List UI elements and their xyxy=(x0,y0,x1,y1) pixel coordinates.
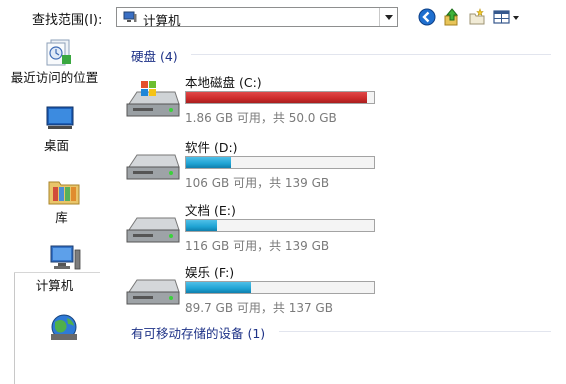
drive-d[interactable]: 软件 (D:) 106 GB 可用，共 139 GB xyxy=(113,137,566,199)
group-divider xyxy=(191,54,551,55)
file-list-pane: 硬盘 (4) 本地磁盘 (C:) 1.86 GB 可用，共 50.0 GB 软件… xyxy=(113,36,566,348)
drive-name: 娱乐 (F:) xyxy=(185,265,235,280)
look-in-value: 计算机 xyxy=(143,13,181,28)
drive-usage-fill xyxy=(186,282,251,293)
computer-icon xyxy=(50,245,81,270)
place-label-recent: 最近访问的位置 xyxy=(10,70,99,85)
place-label-computer: 计算机 xyxy=(35,278,74,293)
drive-f[interactable]: 娱乐 (F:) 89.7 GB 可用，共 137 GB xyxy=(113,262,566,324)
place-label-libraries: 库 xyxy=(55,210,68,225)
drive-usage-bar xyxy=(185,219,375,232)
computer-icon xyxy=(123,11,137,22)
place-libraries[interactable]: 库 xyxy=(0,176,113,228)
chevron-down-icon[interactable] xyxy=(379,8,397,26)
back-icon[interactable] xyxy=(418,8,436,26)
drive-usage-bar xyxy=(185,91,375,104)
hard-drive-icon xyxy=(126,217,180,243)
place-desktop[interactable]: 桌面 xyxy=(0,106,113,158)
group-header-removable[interactable]: 有可移动存储的设备 (1) xyxy=(131,323,265,342)
drive-name: 文档 (E:) xyxy=(185,203,236,218)
drive-free-space: 106 GB 可用，共 139 GB xyxy=(185,176,330,190)
place-label-desktop: 桌面 xyxy=(43,138,69,153)
new-folder-icon[interactable] xyxy=(468,8,486,26)
drive-usage-bar xyxy=(185,281,375,294)
drive-usage-fill xyxy=(186,92,368,103)
network-icon xyxy=(51,314,77,340)
view-menu-icon[interactable] xyxy=(493,8,523,26)
drive-usage-fill xyxy=(186,157,231,168)
places-bar: 最近访问的位置 桌面 库 计算机 xyxy=(0,36,113,384)
place-recent[interactable]: 最近访问的位置 xyxy=(0,36,113,98)
group-header-hard-disks[interactable]: 硬盘 (4) xyxy=(131,46,178,65)
drive-free-space: 116 GB 可用，共 139 GB xyxy=(185,239,330,253)
group-divider xyxy=(279,331,551,332)
drive-usage-bar xyxy=(185,156,375,169)
drive-name: 软件 (D:) xyxy=(185,140,238,155)
hard-drive-icon xyxy=(126,154,180,180)
libraries-icon xyxy=(48,181,80,205)
look-in-bar: 查找范围(I): 计算机 xyxy=(0,0,566,36)
drive-c[interactable]: 本地磁盘 (C:) 1.86 GB 可用，共 50.0 GB xyxy=(113,72,566,134)
look-in-label: 查找范围(I): xyxy=(32,13,103,28)
drive-free-space: 1.86 GB 可用，共 50.0 GB xyxy=(185,111,337,125)
system-drive-icon xyxy=(126,81,180,117)
up-folder-icon[interactable] xyxy=(443,8,461,26)
place-computer[interactable]: 计算机 xyxy=(0,244,113,296)
drive-name: 本地磁盘 (C:) xyxy=(185,75,262,90)
recent-places-icon xyxy=(46,39,71,66)
place-network[interactable] xyxy=(0,312,113,348)
drive-usage-fill xyxy=(186,220,218,231)
hard-drive-icon xyxy=(126,279,180,305)
look-in-dropdown[interactable]: 计算机 xyxy=(116,7,398,28)
drive-free-space: 89.7 GB 可用，共 137 GB xyxy=(185,301,333,315)
desktop-icon xyxy=(46,106,74,129)
drive-e[interactable]: 文档 (E:) 116 GB 可用，共 139 GB xyxy=(113,200,566,262)
